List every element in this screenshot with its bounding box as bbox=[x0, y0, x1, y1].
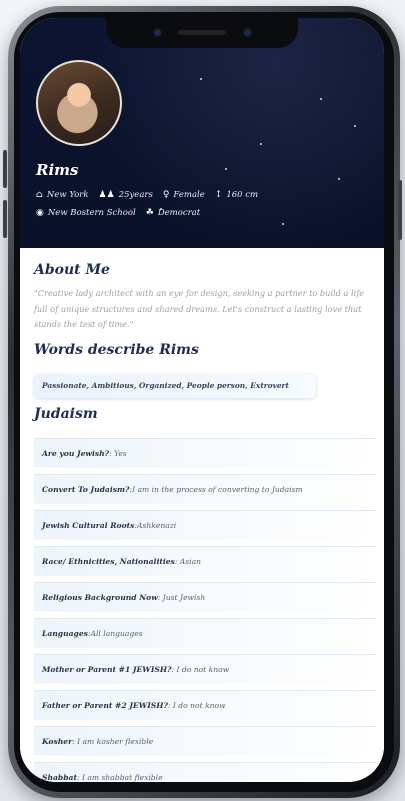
question-label: Jewish Cultural Roots bbox=[42, 521, 135, 530]
list-item: Languages:All languages bbox=[34, 618, 376, 648]
politics-icon: ☘ bbox=[145, 208, 154, 218]
gender-text: Female bbox=[173, 190, 205, 200]
star bbox=[354, 125, 356, 127]
height-icon: ↕ bbox=[214, 190, 223, 200]
list-item: Kosher: I am kosher flexible bbox=[34, 726, 376, 756]
female-icon: ♀ bbox=[162, 190, 170, 200]
answer-value: : I do not know bbox=[167, 701, 226, 710]
question-label: Are you Jewish? bbox=[42, 449, 110, 458]
list-item: Race/ Ethnicities, Nationalities: Asian bbox=[34, 546, 376, 576]
list-item: Shabbat: I am shabbat flexible bbox=[34, 762, 376, 782]
list-item: Jewish Cultural Roots:Ashkenazi bbox=[34, 510, 376, 540]
question-label: Shabbat bbox=[42, 773, 77, 782]
sensor-icon bbox=[244, 29, 251, 36]
answer-value: : I do not know bbox=[171, 665, 230, 674]
answer-value: : I am shabbat flexible bbox=[76, 773, 163, 782]
height-text: 160 cm bbox=[226, 190, 259, 200]
answer-value: :I am in the process of converting to Ju… bbox=[129, 485, 303, 494]
profile-header: Rims ⌂ New York ♟♟ 25years ♀ Female ↕ 160 cm… bbox=[20, 18, 384, 248]
list-item: Mother or Parent #1 JEWISH?: I do not kn… bbox=[34, 654, 376, 684]
power-button bbox=[398, 180, 402, 240]
volume-button bbox=[3, 200, 7, 238]
list-item: Convert To Judaism?:I am in the process … bbox=[34, 474, 376, 504]
home-icon: ⌂ bbox=[36, 190, 43, 200]
phone-screen: Rims ⌂ New York ♟♟ 25years ♀ Female ↕ 160 cm… bbox=[20, 18, 384, 782]
notch bbox=[106, 18, 298, 48]
answer-value: : Yes bbox=[109, 449, 127, 458]
question-label: Kosher bbox=[42, 737, 73, 746]
volume-button bbox=[3, 150, 7, 188]
question-label: Convert To Judaism? bbox=[42, 485, 130, 494]
profile-meta-row-2: ◉ New Bostern School ☘ Democrat bbox=[36, 208, 200, 218]
question-label: Mother or Parent #1 JEWISH? bbox=[42, 665, 172, 674]
about-text: "Creative lady architect with an eye for… bbox=[34, 288, 365, 329]
profile-content: About Me "Creative lady architect with a… bbox=[20, 248, 384, 782]
answer-value: : I am kosher flexible bbox=[72, 737, 154, 746]
answer-value: :Ashkenazi bbox=[134, 521, 177, 530]
star bbox=[338, 178, 340, 180]
star bbox=[260, 143, 262, 145]
profile-name: Rims bbox=[36, 161, 79, 179]
age-text: 25years bbox=[118, 190, 153, 200]
people-icon: ♟♟ bbox=[98, 190, 115, 200]
star bbox=[200, 78, 202, 80]
answer-value: : Asian bbox=[174, 557, 202, 566]
star bbox=[282, 223, 284, 225]
avatar[interactable] bbox=[36, 60, 122, 146]
answer-value: : Just Jewish bbox=[157, 593, 206, 602]
location-text: New York bbox=[46, 190, 89, 200]
politics-text: Democrat bbox=[157, 208, 201, 218]
profile-meta-row-1: ⌂ New York ♟♟ 25years ♀ Female ↕ 160 cm bbox=[36, 190, 258, 200]
question-label: Religious Background Now bbox=[42, 593, 158, 602]
judaism-title: Judaism bbox=[34, 406, 98, 422]
speaker bbox=[178, 30, 226, 35]
words-list: Passionate, Ambitious, Organized, People… bbox=[34, 374, 316, 398]
graduation-cap-icon: ◉ bbox=[36, 208, 44, 218]
question-label: Father or Parent #2 JEWISH? bbox=[42, 701, 168, 710]
list-item: Are you Jewish?: Yes bbox=[34, 438, 376, 468]
question-label: Race/ Ethnicities, Nationalities bbox=[42, 557, 175, 566]
words-title: Words describe Rims bbox=[34, 342, 199, 358]
list-item: Religious Background Now: Just Jewish bbox=[34, 582, 376, 612]
question-label: Languages bbox=[42, 629, 88, 638]
answer-value: :All languages bbox=[87, 629, 143, 638]
about-title: About Me bbox=[34, 262, 110, 278]
camera-icon bbox=[154, 29, 161, 36]
star bbox=[225, 168, 227, 170]
list-item: Father or Parent #2 JEWISH?: I do not kn… bbox=[34, 690, 376, 720]
school-text: New Bostern School bbox=[47, 208, 136, 218]
star bbox=[320, 98, 322, 100]
